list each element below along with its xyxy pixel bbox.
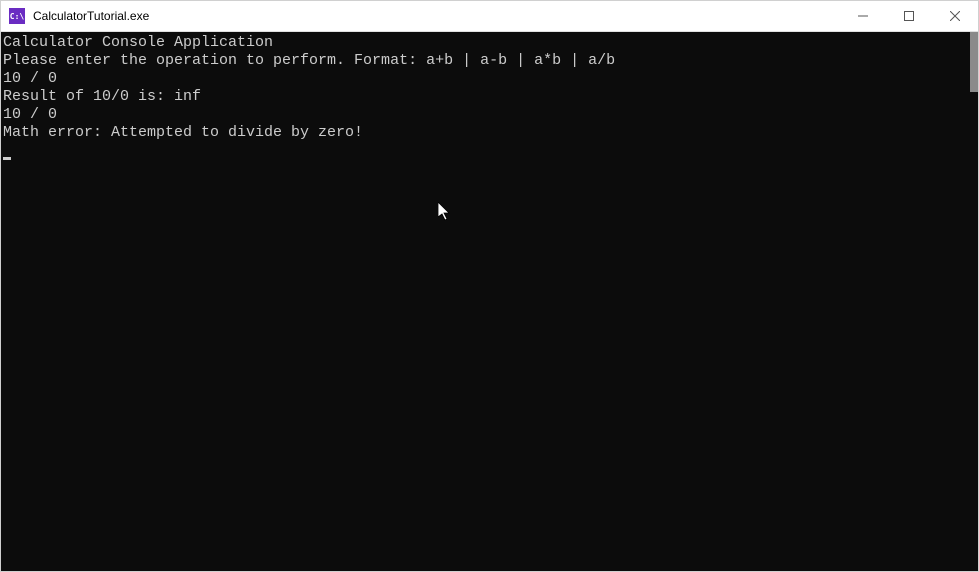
console-line: Calculator Console Application [3,34,976,52]
console-cursor-line [3,142,976,160]
maximize-icon [904,11,914,21]
app-icon-text: C:\ [10,12,24,21]
mouse-cursor-icon [438,202,452,228]
window-controls [840,1,978,31]
close-icon [950,11,960,21]
minimize-icon [858,11,868,21]
minimize-button[interactable] [840,1,886,31]
text-cursor [3,157,11,160]
console-output[interactable]: Calculator Console Application Please en… [1,31,978,571]
scrollbar-thumb[interactable] [970,32,978,92]
console-line: Please enter the operation to perform. F… [3,52,976,70]
console-line: Math error: Attempted to divide by zero! [3,124,976,142]
maximize-button[interactable] [886,1,932,31]
app-icon: C:\ [9,8,25,24]
application-window: C:\ CalculatorTutorial.exe Cal [0,0,979,572]
console-line: Result of 10/0 is: inf [3,88,976,106]
titlebar[interactable]: C:\ CalculatorTutorial.exe [1,1,978,31]
close-button[interactable] [932,1,978,31]
window-title: CalculatorTutorial.exe [33,9,840,23]
console-line: 10 / 0 [3,70,976,88]
console-line: 10 / 0 [3,106,976,124]
